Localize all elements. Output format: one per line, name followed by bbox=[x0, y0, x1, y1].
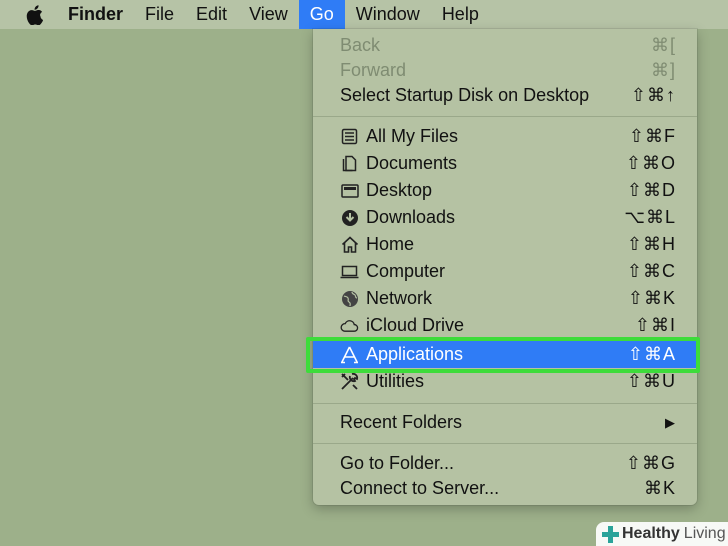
go-menu-dropdown: Back ⌘[ Forward ⌘] Select Startup Disk o… bbox=[313, 29, 697, 505]
startup-shortcut: ⇧⌘↑ bbox=[630, 85, 676, 105]
utilities-icon bbox=[340, 372, 359, 391]
menu-item-back: Back ⌘[ bbox=[313, 32, 697, 59]
connect-to-server-shortcut: ⌘K bbox=[643, 478, 676, 498]
computer-label: Computer bbox=[366, 261, 446, 281]
menu-item-home[interactable]: Home ⇧⌘H bbox=[313, 231, 697, 258]
menu-item-forward: Forward ⌘] bbox=[313, 57, 697, 84]
all-files-icon bbox=[340, 127, 359, 146]
menu-item-startup-disk[interactable]: Select Startup Disk on Desktop ⇧⌘↑ bbox=[313, 82, 697, 109]
menu-item-network[interactable]: Network ⇧⌘K bbox=[313, 285, 697, 312]
menu-file[interactable]: File bbox=[134, 0, 185, 29]
utilities-label: Utilities bbox=[366, 371, 425, 391]
icloud-icon bbox=[340, 316, 359, 335]
documents-shortcut: ⇧⌘O bbox=[625, 153, 676, 173]
menu-item-connect-to-server[interactable]: Connect to Server... ⌘K bbox=[313, 475, 697, 502]
separator bbox=[313, 116, 697, 117]
menu-item-go-to-folder[interactable]: Go to Folder... ⇧⌘G bbox=[313, 450, 697, 477]
apple-icon bbox=[26, 4, 43, 25]
desktop-shortcut: ⇧⌘D bbox=[626, 180, 676, 200]
forward-label: Forward bbox=[340, 60, 407, 80]
home-icon bbox=[340, 235, 359, 254]
connect-to-server-label: Connect to Server... bbox=[340, 478, 500, 498]
all-my-files-shortcut: ⇧⌘F bbox=[628, 126, 676, 146]
go-to-folder-label: Go to Folder... bbox=[340, 453, 455, 473]
recent-folders-label: Recent Folders bbox=[340, 412, 463, 432]
highlight-frame bbox=[306, 337, 700, 373]
back-label: Back bbox=[340, 35, 381, 55]
menu-item-documents[interactable]: Documents ⇧⌘O bbox=[313, 150, 697, 177]
documents-label: Documents bbox=[366, 153, 458, 173]
plus-logo-icon bbox=[602, 526, 619, 543]
network-icon bbox=[340, 289, 359, 308]
home-shortcut: ⇧⌘H bbox=[626, 234, 676, 254]
submenu-arrow-icon: ▶ bbox=[665, 414, 676, 430]
menu-view[interactable]: View bbox=[238, 0, 299, 29]
go-to-folder-shortcut: ⇧⌘G bbox=[625, 453, 676, 473]
icloud-drive-label: iCloud Drive bbox=[366, 315, 465, 335]
menu-finder[interactable]: Finder bbox=[57, 0, 134, 29]
forward-shortcut: ⌘] bbox=[650, 60, 676, 80]
menu-go[interactable]: Go bbox=[298, 0, 345, 29]
downloads-shortcut: ⌥⌘L bbox=[624, 207, 676, 227]
icloud-drive-shortcut: ⇧⌘I bbox=[634, 315, 676, 335]
menu-edit[interactable]: Edit bbox=[185, 0, 238, 29]
separator bbox=[313, 403, 697, 404]
menu-help[interactable]: Help bbox=[431, 0, 490, 29]
menu-bar: Finder File Edit View Go Window Help bbox=[0, 0, 728, 29]
computer-shortcut: ⇧⌘C bbox=[626, 261, 676, 281]
utilities-shortcut: ⇧⌘U bbox=[626, 371, 676, 391]
menu-item-icloud-drive[interactable]: iCloud Drive ⇧⌘I bbox=[313, 312, 697, 339]
menu-item-recent-folders[interactable]: Recent Folders ▶ bbox=[313, 409, 697, 436]
menu-item-downloads[interactable]: Downloads ⌥⌘L bbox=[313, 204, 697, 231]
network-shortcut: ⇧⌘K bbox=[627, 288, 676, 308]
watermark-brand-living: Living bbox=[683, 525, 726, 542]
home-label: Home bbox=[366, 234, 415, 254]
computer-icon bbox=[340, 262, 359, 281]
startup-label: Select Startup Disk on Desktop bbox=[340, 85, 590, 105]
separator bbox=[313, 443, 697, 444]
menu-item-computer[interactable]: Computer ⇧⌘C bbox=[313, 258, 697, 285]
downloads-icon bbox=[340, 208, 359, 227]
network-label: Network bbox=[366, 288, 433, 308]
desktop-label: Desktop bbox=[366, 180, 433, 200]
back-shortcut: ⌘[ bbox=[650, 35, 676, 55]
apple-menu[interactable] bbox=[0, 0, 57, 29]
desktop-icon bbox=[340, 181, 359, 200]
watermark: Healthy Living bbox=[596, 522, 728, 546]
all-my-files-label: All My Files bbox=[366, 126, 459, 146]
menu-item-desktop[interactable]: Desktop ⇧⌘D bbox=[313, 177, 697, 204]
menu-window[interactable]: Window bbox=[345, 0, 431, 29]
menu-item-all-my-files[interactable]: All My Files ⇧⌘F bbox=[313, 123, 697, 150]
downloads-label: Downloads bbox=[366, 207, 456, 227]
watermark-brand-healthy: Healthy bbox=[622, 525, 680, 542]
documents-icon bbox=[340, 154, 359, 173]
